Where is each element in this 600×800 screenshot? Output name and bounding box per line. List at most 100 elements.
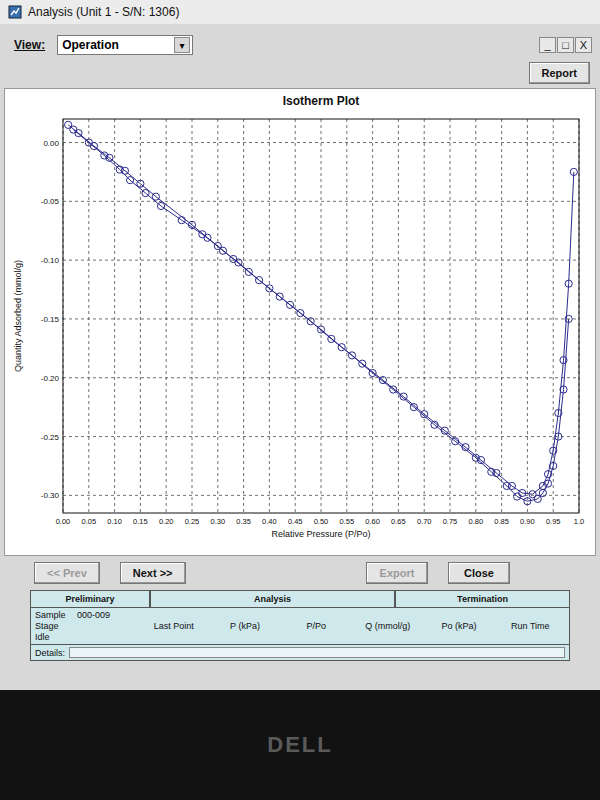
data-point xyxy=(570,168,577,175)
data-point xyxy=(524,498,531,505)
data-point xyxy=(565,315,572,322)
isotherm-series xyxy=(65,121,578,498)
isotherm-series xyxy=(70,126,573,505)
svg-text:0.55: 0.55 xyxy=(339,517,354,526)
x-tick: 0.80 xyxy=(468,119,483,526)
data-point xyxy=(245,268,252,275)
data-point xyxy=(230,255,237,262)
x-tick: 0.30 xyxy=(210,119,225,526)
svg-text:0.70: 0.70 xyxy=(417,517,432,526)
report-row: Report xyxy=(0,60,600,88)
view-select[interactable]: Operation▾ xyxy=(57,35,193,55)
data-point xyxy=(519,489,526,496)
svg-text:-0.20: -0.20 xyxy=(41,374,60,383)
y-tick: -0.30 xyxy=(41,491,579,500)
data-point xyxy=(369,369,376,376)
data-point xyxy=(550,462,557,469)
nav-button[interactable]: Next >> xyxy=(120,562,186,584)
x-tick: 0.65 xyxy=(391,119,406,526)
data-point xyxy=(555,433,562,440)
data-point xyxy=(431,421,438,428)
screen: Analysis (Unit 1 - S/N: 1306) View: Operat… xyxy=(0,0,600,800)
svg-text:0.45: 0.45 xyxy=(288,517,303,526)
svg-text:0.00: 0.00 xyxy=(56,517,71,526)
nav-button[interactable]: << Prev xyxy=(34,562,100,584)
data-point xyxy=(348,352,355,359)
details-label: Details: xyxy=(35,648,65,658)
column-header: Po (kPa) xyxy=(424,621,493,631)
window-control-button[interactable]: □ xyxy=(557,37,574,53)
svg-text:0.25: 0.25 xyxy=(185,517,200,526)
svg-text:-0.30: -0.30 xyxy=(41,491,60,500)
x-tick: 0.85 xyxy=(494,119,509,526)
data-point xyxy=(379,376,386,383)
window-title: Analysis (Unit 1 - S/N: 1306) xyxy=(28,5,179,19)
svg-text:0.80: 0.80 xyxy=(468,517,483,526)
x-tick: 0.25 xyxy=(185,119,200,526)
column-header: P (kPa) xyxy=(210,621,279,631)
y-axis-label: Quantity Adsorbed (mmol/g) xyxy=(13,260,23,372)
data-point xyxy=(85,139,92,146)
stage-value: Idle xyxy=(35,632,75,642)
x-tick: 0.40 xyxy=(262,119,277,526)
dropdown-arrow-icon[interactable]: ▾ xyxy=(174,37,190,53)
svg-text:-0.25: -0.25 xyxy=(41,433,60,442)
data-point xyxy=(488,468,495,475)
column-header: P/Po xyxy=(282,621,351,631)
details-field xyxy=(69,647,565,658)
svg-text:0.90: 0.90 xyxy=(520,517,535,526)
section-header: Analysis xyxy=(150,590,395,608)
data-point xyxy=(410,404,417,411)
data-point xyxy=(199,231,206,238)
status-info: Sample000-009StageLast PointP (kPa)P/PoQ… xyxy=(30,608,570,645)
app-icon xyxy=(8,5,22,19)
svg-text:0.05: 0.05 xyxy=(81,517,96,526)
window-control-button[interactable]: X xyxy=(575,37,592,53)
window-controls: _□X xyxy=(539,37,592,53)
x-tick: 0.20 xyxy=(159,119,174,526)
y-tick: 0.00 xyxy=(43,139,579,148)
data-point xyxy=(328,335,335,342)
y-tick: -0.20 xyxy=(41,374,579,383)
x-tick: 0.50 xyxy=(314,119,329,526)
x-axis-label: Relative Pressure (P/Po) xyxy=(271,529,370,539)
svg-text:0.00: 0.00 xyxy=(43,139,59,148)
data-point xyxy=(286,301,293,308)
svg-text:-0.15: -0.15 xyxy=(41,315,60,324)
plot-frame xyxy=(63,119,579,513)
data-point xyxy=(472,454,479,461)
data-point xyxy=(560,386,567,393)
chart-panel: Isotherm Plot0.000.050.100.150.200.250.3… xyxy=(4,88,596,556)
data-point xyxy=(493,469,500,476)
svg-text:0.20: 0.20 xyxy=(159,517,174,526)
nav-button[interactable]: Close xyxy=(448,562,510,584)
data-point xyxy=(503,482,510,489)
report-button[interactable]: Report xyxy=(529,62,590,84)
window-control-button[interactable]: _ xyxy=(539,37,556,53)
sample-label: Sample xyxy=(35,610,75,620)
data-point xyxy=(452,438,459,445)
view-label: View: xyxy=(14,38,45,52)
status-sections: PreliminaryAnalysisTermination xyxy=(30,590,570,608)
svg-text:0.95: 0.95 xyxy=(546,517,561,526)
data-point xyxy=(121,167,128,174)
nav-button[interactable]: Export xyxy=(366,562,428,584)
x-tick: 0.90 xyxy=(520,119,535,526)
nav-row: << Prev Next >> Export Close xyxy=(0,556,600,588)
isotherm-plot: Isotherm Plot0.000.050.100.150.200.250.3… xyxy=(5,89,593,555)
data-point xyxy=(266,285,273,292)
x-tick: 0.60 xyxy=(365,119,380,526)
svg-text:-0.10: -0.10 xyxy=(41,256,60,265)
svg-text:0.65: 0.65 xyxy=(391,517,406,526)
data-point xyxy=(539,489,546,496)
svg-text:0.50: 0.50 xyxy=(314,517,329,526)
svg-text:0.30: 0.30 xyxy=(210,517,225,526)
column-header: Q (mmol/g) xyxy=(353,621,422,631)
y-tick: -0.25 xyxy=(41,433,579,442)
brand-logo: DELL xyxy=(267,732,332,758)
section-header: Preliminary xyxy=(30,590,150,608)
data-point xyxy=(178,217,185,224)
y-tick: -0.05 xyxy=(41,197,579,206)
svg-text:0.35: 0.35 xyxy=(236,517,251,526)
data-point xyxy=(307,318,314,325)
